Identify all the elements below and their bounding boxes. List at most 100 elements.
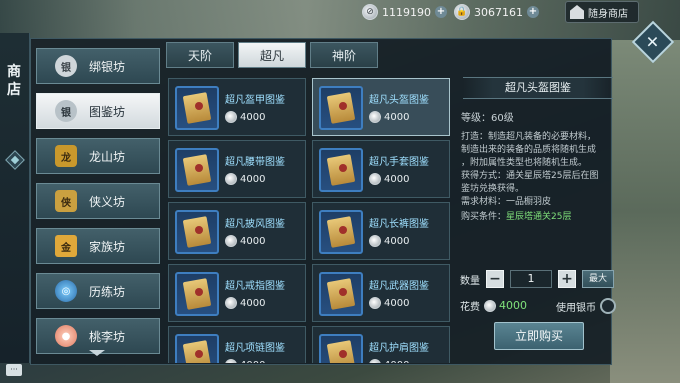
silver-coin-icon: 银 — [55, 100, 77, 122]
category-item-lilian[interactable]: ◎ 历练坊 — [36, 273, 160, 309]
category-item-xiayi[interactable]: 侠 侠义坊 — [36, 183, 160, 219]
rail-title: 商店 — [7, 64, 21, 98]
item-card[interactable]: 超凡腰带图鉴 4000 — [168, 140, 306, 198]
item-price-value: 4000 — [384, 111, 410, 123]
blueprint-scroll-icon — [319, 210, 363, 254]
item-name: 超凡项链图鉴 — [225, 343, 285, 354]
silver-icon — [225, 297, 237, 309]
item-card[interactable]: 超凡护肩图鉴 4000 — [312, 326, 450, 363]
item-name: 超凡长裤图鉴 — [369, 219, 429, 230]
category-label: 绑银坊 — [89, 59, 126, 74]
category-label: 龙山坊 — [89, 149, 126, 164]
item-detail-panel: 超凡头盔图鉴 等级：60级 打造：制造超凡装备的必要材料， 制造出来的装备的品质… — [455, 75, 621, 360]
increase-quantity-button[interactable]: + — [558, 270, 576, 288]
rail-diamond-icon — [5, 150, 25, 170]
tab-chaofan[interactable]: 超凡 — [238, 42, 306, 68]
item-price: 4000 — [225, 235, 265, 247]
peach-icon: ● — [55, 325, 77, 347]
blueprint-scroll-icon — [175, 86, 219, 130]
blueprint-scroll-icon — [319, 86, 363, 130]
silver-display: 🔒 3067161 + — [454, 3, 539, 21]
category-item-tujian[interactable]: 银 图鉴坊 — [36, 93, 160, 129]
item-price: 4000 — [369, 111, 409, 123]
purchase-condition: 购买条件：星辰塔通关25层 — [461, 209, 571, 222]
cost-label: 花费 — [460, 302, 480, 313]
detail-desc-line: ，附加属性类型也将随机生成。 — [461, 158, 588, 168]
silver-icon — [225, 235, 237, 247]
item-card[interactable]: 超凡头盔图鉴 4000 — [312, 78, 450, 136]
use-silver-toggle[interactable]: 使用银币 — [556, 298, 616, 314]
category-item-bangyin[interactable]: 银 绑银坊 — [36, 48, 160, 84]
item-name: 超凡戒指图鉴 — [225, 281, 285, 292]
category-label: 侠义坊 — [89, 194, 126, 209]
use-silver-radio[interactable] — [600, 298, 616, 314]
category-label: 图鉴坊 — [89, 104, 126, 119]
item-grid: 超凡盔甲图鉴 4000 超凡头盔图鉴 4000 超凡腰带图鉴 4000 超凡手套… — [166, 75, 452, 363]
quantity-label: 数量 — [460, 275, 480, 287]
detail-desc-line: 打造：制造超凡装备的必要材料， — [461, 132, 597, 142]
bound-silver-coin-icon: ⊘ — [362, 4, 378, 20]
add-silver-button[interactable]: + — [527, 6, 539, 18]
silver-icon — [369, 297, 381, 309]
category-label: 历练坊 — [89, 284, 126, 299]
category-item-longshan[interactable]: 龙 龙山坊 — [36, 138, 160, 174]
category-item-jiazu[interactable]: 金 家族坊 — [36, 228, 160, 264]
silver-amount: 3067161 — [474, 5, 523, 19]
tier-tabs: 天阶 超凡 神阶 — [166, 42, 378, 68]
bound-silver-display: ⊘ 1119190 + — [362, 3, 447, 21]
silver-coin-icon: 🔒 — [454, 4, 470, 20]
item-name: 超凡手套图鉴 — [369, 157, 429, 168]
item-card[interactable]: 超凡长裤图鉴 4000 — [312, 202, 450, 260]
item-card[interactable]: 超凡项链图鉴 4000 — [168, 326, 306, 363]
category-label: 桃李坊 — [89, 329, 126, 344]
item-price: 4000 — [225, 297, 265, 309]
chat-icon[interactable]: ··· — [6, 364, 22, 376]
silver-icon — [225, 359, 237, 363]
item-card[interactable]: 超凡盔甲图鉴 4000 — [168, 78, 306, 136]
use-silver-label: 使用银币 — [556, 302, 596, 314]
detail-description: 打造：制造超凡装备的必要材料， 制造出来的装备的品质将随机生成 ，附加属性类型也… — [461, 131, 617, 209]
shop-icon — [570, 5, 584, 19]
portable-shop-label: 随身商店 — [588, 8, 628, 20]
item-name: 超凡盔甲图鉴 — [225, 95, 285, 106]
item-card[interactable]: 超凡戒指图鉴 4000 — [168, 264, 306, 322]
blueprint-scroll-icon — [319, 148, 363, 192]
silver-coin-icon: 银 — [55, 55, 77, 77]
item-price-value: 4000 — [384, 360, 409, 364]
portable-shop-button[interactable]: 随身商店 — [565, 1, 639, 23]
item-card[interactable]: 超凡披风图鉴 4000 — [168, 202, 306, 260]
item-card[interactable]: 超凡手套图鉴 4000 — [312, 140, 450, 198]
cost-value: 4000 — [499, 299, 527, 312]
category-item-taoli[interactable]: ● 桃李坊 — [36, 318, 160, 354]
token-icon: 侠 — [55, 190, 77, 212]
silver-icon — [369, 235, 381, 247]
detail-desc-line: 鉴坊兑换获得。 — [461, 184, 525, 194]
max-quantity-button[interactable]: 最大 — [582, 270, 614, 288]
item-price-value: 4000 — [240, 235, 266, 247]
quantity-stepper: 数量 − 1 + 最大 — [460, 270, 614, 288]
detail-title: 超凡头盔图鉴 — [463, 77, 613, 99]
quantity-input[interactable]: 1 — [510, 270, 552, 288]
item-price: 4000 — [369, 297, 409, 309]
gold-ingot-icon: 金 — [55, 235, 77, 257]
silver-icon — [369, 173, 381, 185]
orb-icon: ◎ — [55, 280, 77, 302]
blueprint-scroll-icon — [175, 272, 219, 316]
item-price-value: 4000 — [240, 360, 265, 364]
item-price-value: 4000 — [240, 173, 266, 185]
add-bound-silver-button[interactable]: + — [435, 6, 447, 18]
silver-icon — [369, 359, 381, 363]
blueprint-scroll-icon — [175, 334, 219, 363]
scroll-down-icon[interactable] — [89, 350, 105, 356]
item-price: 4000 — [369, 173, 409, 185]
item-name: 超凡护肩图鉴 — [369, 343, 429, 354]
detail-desc-line: 获得方式：通关星辰塔25层后在图 — [461, 171, 599, 181]
tab-shenjie[interactable]: 神阶 — [310, 42, 378, 68]
item-card[interactable]: 超凡武器图鉴 4000 — [312, 264, 450, 322]
close-icon: ✕ — [646, 32, 660, 52]
buy-now-button[interactable]: 立即购买 — [494, 322, 584, 350]
silver-icon — [484, 299, 496, 312]
decrease-quantity-button[interactable]: − — [486, 270, 504, 288]
tab-tianjie[interactable]: 天阶 — [166, 42, 234, 68]
item-price: 4000 — [225, 359, 265, 363]
